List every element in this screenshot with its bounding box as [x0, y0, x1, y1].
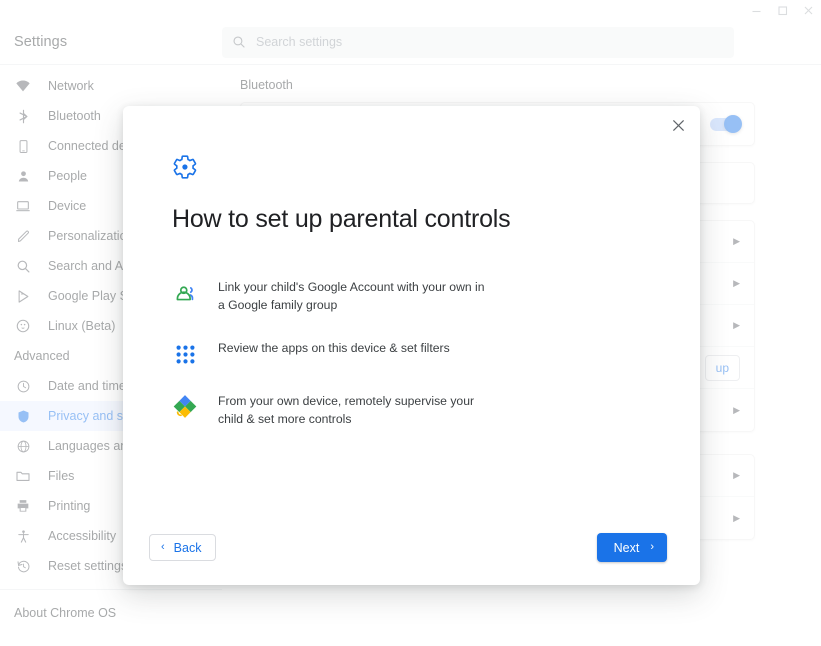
feature-item: Review the apps on this device & set fil… — [172, 340, 648, 367]
feature-text: Link your child's Google Account with yo… — [218, 279, 490, 314]
dialog-body: How to set up parental controls Link you… — [123, 106, 700, 429]
feature-text: From your own device, remotely supervise… — [218, 393, 490, 428]
feature-text: Review the apps on this device & set fil… — [218, 340, 450, 358]
parental-controls-dialog: How to set up parental controls Link you… — [123, 106, 700, 585]
close-icon[interactable] — [667, 114, 689, 136]
apps-grid-icon — [172, 341, 198, 367]
settings-window: Settings Network Bluetooth Connecte — [0, 0, 821, 646]
back-button[interactable]: ‹ Back — [149, 534, 216, 561]
back-button-label: Back — [174, 541, 202, 555]
gear-icon — [172, 154, 648, 185]
dialog-footer: ‹ Back Next › — [123, 533, 700, 585]
feature-item: Link your child's Google Account with yo… — [172, 279, 648, 314]
chevron-left-icon: ‹ — [161, 542, 165, 553]
family-people-icon — [172, 280, 198, 306]
feature-item: From your own device, remotely supervise… — [172, 393, 648, 428]
dialog-title: How to set up parental controls — [172, 205, 648, 234]
chevron-right-icon: › — [650, 542, 654, 553]
next-button-label: Next — [614, 541, 640, 555]
next-button[interactable]: Next › — [597, 533, 667, 562]
family-link-diamond-icon — [172, 394, 198, 420]
